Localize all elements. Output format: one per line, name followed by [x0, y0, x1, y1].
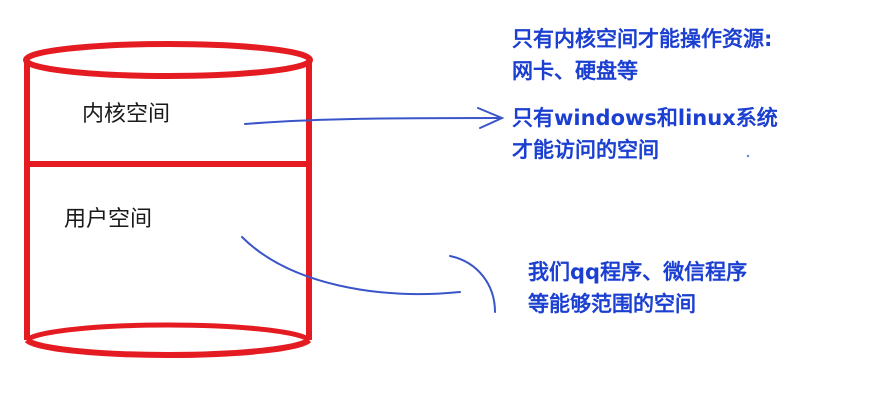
stray-dot — [746, 154, 750, 158]
top-annotation-line2: 网卡、硬盘等 — [512, 59, 638, 83]
kernel-annotation-line1: 只有windows和linux系统 — [512, 106, 778, 130]
kernel-arrow-shaft — [244, 117, 501, 125]
storage-cylinder — [23, 41, 313, 358]
user-space-label: 用户空间 — [64, 207, 153, 232]
user-arrow — [241, 236, 496, 313]
cylinder-bottom-ellipse — [24, 337, 312, 358]
kernel-annotation-line2: 才能访问的空间 — [512, 138, 659, 162]
user-annotation-line2: 等能够范围的空间 — [528, 292, 696, 316]
cylinder-top-ellipse — [23, 41, 313, 79]
kernel-space-label: 内核空间 — [82, 102, 171, 127]
user-arrow-head — [449, 255, 496, 313]
user-arrow-shaft — [241, 236, 461, 296]
top-annotation-line1: 只有内核空间才能操作资源: — [512, 27, 773, 51]
cylinder-bottom-back-arc — [25, 322, 311, 342]
user-annotation-line1: 我们qq程序、微信程序 — [528, 260, 748, 284]
kernel-arrow — [244, 107, 505, 129]
